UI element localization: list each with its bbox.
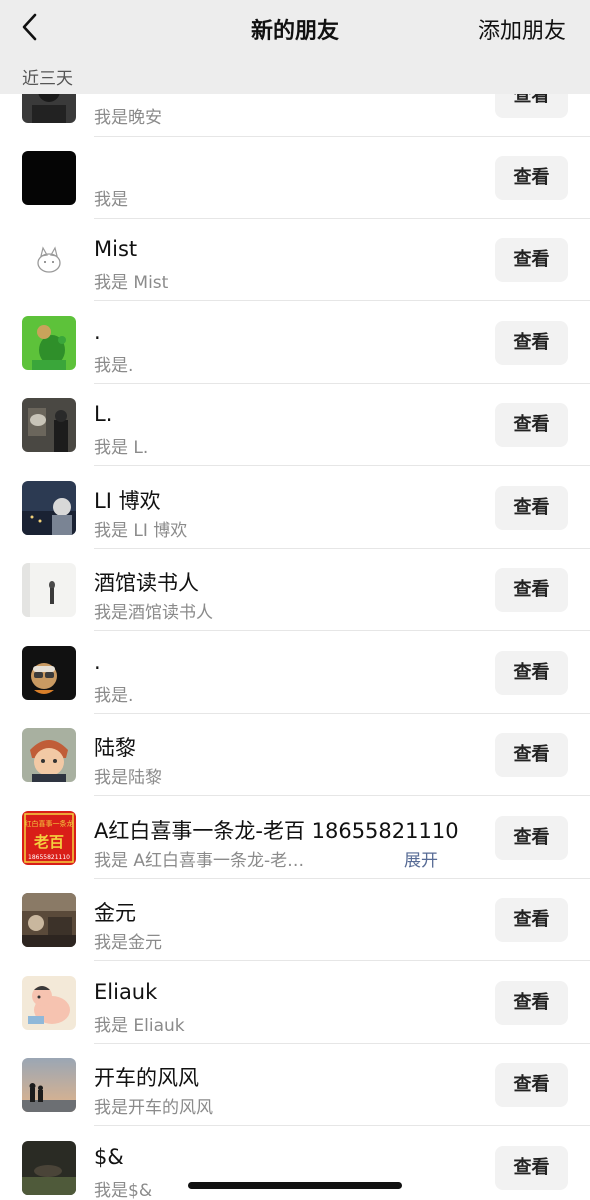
section-header: 近三天 bbox=[0, 56, 590, 94]
dark-outdoor-avatar bbox=[22, 1141, 76, 1195]
friend-name: 酒馆读书人 bbox=[94, 571, 199, 595]
view-button[interactable]: 查看 bbox=[495, 1146, 568, 1190]
friend-name: Eliauk bbox=[94, 980, 158, 1004]
avatar-text-top: 红白喜事一条龙 bbox=[25, 819, 74, 828]
friend-name: LI 博欢 bbox=[94, 489, 161, 513]
friend-message: 我是开车的风风 bbox=[94, 1098, 213, 1118]
restaurant-avatar bbox=[22, 893, 76, 947]
view-button[interactable]: 查看 bbox=[495, 816, 568, 860]
list-item[interactable]: 酒馆读书人 我是酒馆读书人 查看 bbox=[0, 549, 590, 631]
list-item[interactable]: . 我是. 查看 bbox=[0, 632, 590, 714]
sunset-silhouette-avatar bbox=[22, 1058, 76, 1112]
view-button[interactable]: 查看 bbox=[495, 156, 568, 200]
view-button[interactable]: 查看 bbox=[495, 486, 568, 530]
monkey-sunglasses-avatar bbox=[22, 646, 76, 700]
list-item[interactable]: Mist 我是 Mist 查看 bbox=[0, 219, 590, 301]
friend-name: 开车的风风 bbox=[94, 1066, 199, 1090]
friend-name: 金元 bbox=[94, 901, 136, 925]
cartoon-baby-avatar bbox=[22, 976, 76, 1030]
white-figure-avatar bbox=[22, 563, 76, 617]
anime-boy-avatar bbox=[22, 728, 76, 782]
friend-name: $& bbox=[94, 1145, 124, 1169]
divider bbox=[94, 1125, 590, 1126]
section-label: 近三天 bbox=[22, 69, 73, 89]
friend-message: 我是陆黎 bbox=[94, 768, 162, 788]
home-indicator bbox=[188, 1182, 402, 1189]
friend-name: Mist bbox=[94, 237, 138, 261]
friend-name: . bbox=[94, 650, 101, 674]
list-item[interactable]: 金元 我是金元 查看 bbox=[0, 879, 590, 961]
friend-name: . bbox=[94, 320, 101, 344]
add-friend-button[interactable]: 添加朋友 bbox=[478, 13, 566, 45]
list-item[interactable]: 红白喜事一条龙 老百 18655821110 A红白喜事一条龙-老百 18655… bbox=[0, 797, 590, 879]
red-banner-avatar: 红白喜事一条龙 老百 18655821110 bbox=[22, 811, 76, 865]
list-item[interactable]: LI 博欢 我是 LI 博欢 查看 bbox=[0, 467, 590, 549]
list-item[interactable]: . 我是. 查看 bbox=[0, 302, 590, 384]
list-item[interactable]: 开车的风风 我是开车的风风 查看 bbox=[0, 1044, 590, 1126]
view-button[interactable]: 查看 bbox=[495, 238, 568, 282]
friend-message: 我是 Eliauk bbox=[94, 1016, 185, 1036]
view-button[interactable]: 查看 bbox=[495, 898, 568, 942]
divider bbox=[94, 300, 590, 301]
view-button[interactable]: 查看 bbox=[495, 733, 568, 777]
cat-sketch-avatar bbox=[22, 233, 76, 287]
friend-message: 我是酒馆读书人 bbox=[94, 603, 213, 623]
friend-name: A红白喜事一条龙-老百 18655821110 bbox=[94, 819, 459, 843]
divider bbox=[94, 465, 590, 466]
view-button[interactable]: 查看 bbox=[495, 981, 568, 1025]
dark-room-avatar bbox=[22, 398, 76, 452]
list-item[interactable]: 陆黎 我是陆黎 查看 bbox=[0, 714, 590, 796]
friend-message: 我是 A红白喜事一条龙-老… bbox=[94, 851, 305, 871]
divider bbox=[94, 960, 590, 961]
friend-message: 我是. bbox=[94, 356, 134, 376]
view-button[interactable]: 查看 bbox=[495, 403, 568, 447]
divider bbox=[94, 795, 590, 796]
friend-message: 我是 Mist bbox=[94, 273, 169, 293]
friend-message: 我是$& bbox=[94, 1181, 153, 1200]
friend-message: 我是金元 bbox=[94, 933, 162, 953]
green-dinosaur-avatar bbox=[22, 316, 76, 370]
expand-link[interactable]: 展开 bbox=[404, 846, 438, 871]
avatar-text-middle: 老百 bbox=[33, 833, 64, 851]
friend-message: 我是 LI 博欢 bbox=[94, 521, 188, 541]
view-button[interactable]: 查看 bbox=[495, 651, 568, 695]
view-button[interactable]: 查看 bbox=[495, 321, 568, 365]
navigation-bar: 新的朋友 添加朋友 bbox=[0, 0, 590, 56]
friend-request-list: 我是晚安 查看 我是 查看 Mist 我是 Mist 查看 . 我是. 查看 L… bbox=[0, 0, 590, 1200]
friend-message: 我是. bbox=[94, 686, 134, 706]
night-city-avatar bbox=[22, 481, 76, 535]
view-button[interactable]: 查看 bbox=[495, 1063, 568, 1107]
friend-message: 我是 L. bbox=[94, 438, 149, 458]
list-item[interactable]: L. 我是 L. 查看 bbox=[0, 384, 590, 466]
friend-name: L. bbox=[94, 402, 113, 426]
list-item[interactable]: 我是 查看 bbox=[0, 137, 590, 219]
divider bbox=[94, 630, 590, 631]
list-item[interactable]: Eliauk 我是 Eliauk 查看 bbox=[0, 962, 590, 1044]
avatar-text-bottom: 18655821110 bbox=[28, 854, 70, 861]
friend-name: 陆黎 bbox=[94, 736, 136, 760]
list-item[interactable]: $& 我是$& 查看 bbox=[0, 1127, 590, 1200]
black-avatar bbox=[22, 151, 76, 205]
friend-message: 我是晚安 bbox=[94, 108, 162, 128]
friend-message: 我是 bbox=[94, 190, 128, 210]
view-button[interactable]: 查看 bbox=[495, 568, 568, 612]
